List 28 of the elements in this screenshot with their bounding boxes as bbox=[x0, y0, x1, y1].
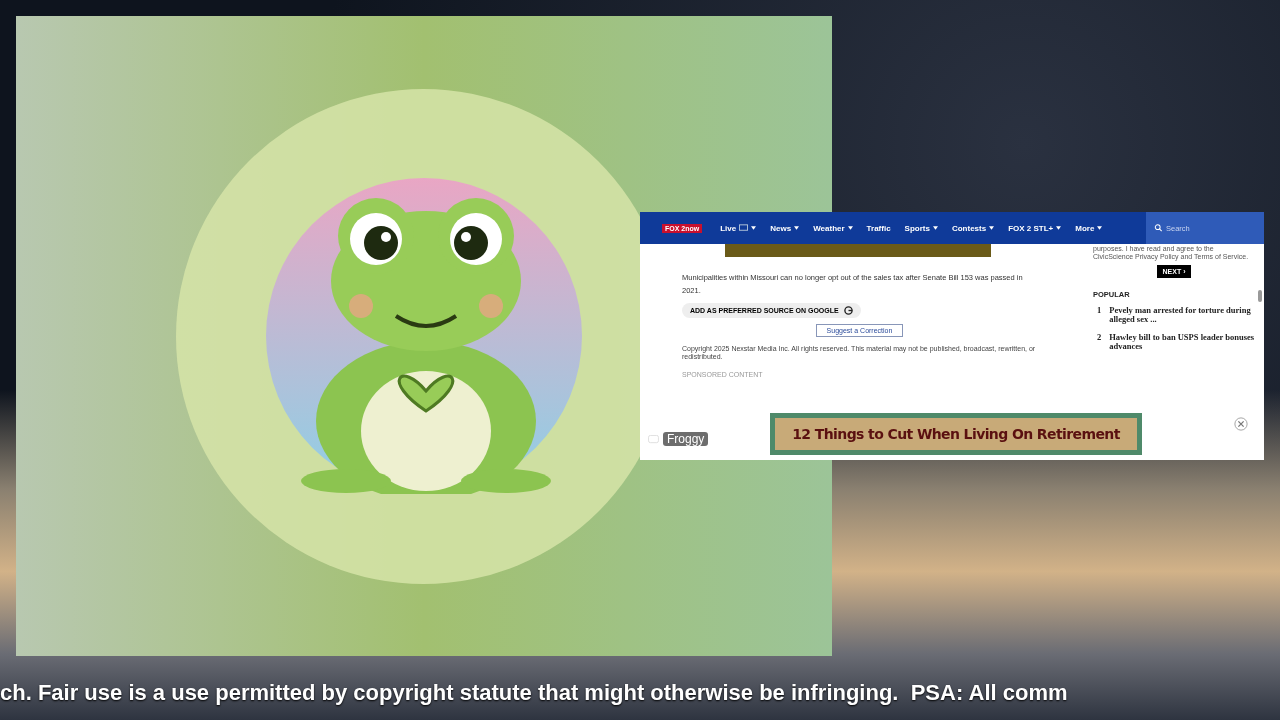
nav-menu-item[interactable]: Sports bbox=[904, 223, 938, 233]
google-icon bbox=[843, 306, 853, 315]
nav-menu-item[interactable]: News bbox=[770, 223, 800, 233]
popular-article-link[interactable]: Pevely man arrested for torture during alleged sex ... bbox=[1109, 306, 1255, 324]
caret-icon bbox=[751, 226, 757, 230]
nav-menu-item[interactable]: FOX 2 STL+ bbox=[1008, 223, 1062, 233]
caret-icon bbox=[1056, 226, 1062, 230]
channel-icon bbox=[648, 434, 659, 444]
list-number: 1 bbox=[1097, 306, 1102, 317]
nav-menu-item[interactable]: More bbox=[1075, 223, 1103, 233]
nav-menu-item[interactable]: Live bbox=[720, 223, 757, 233]
ad-banner[interactable]: 12 Things to Cut When Living On Retirement bbox=[770, 413, 1142, 455]
tv-icon bbox=[739, 224, 749, 232]
nav-menu-item[interactable]: Weather bbox=[813, 223, 853, 233]
caret-icon bbox=[794, 226, 800, 230]
channel-name: Froggy bbox=[663, 432, 709, 446]
search-icon bbox=[1154, 224, 1163, 232]
caret-icon bbox=[989, 226, 995, 230]
nav-menu-item[interactable]: Contests bbox=[951, 223, 995, 233]
scrollbar-thumb[interactable] bbox=[1258, 290, 1262, 302]
ticker-text: ch. Fair use is a use permitted by copyright statute that might otherwise be infringing. PSA: All comm bbox=[0, 680, 1068, 706]
caret-icon bbox=[847, 226, 853, 230]
caret-icon bbox=[932, 226, 938, 230]
popular-article-link[interactable]: Hawley bill to ban USPS leader bonuses advances bbox=[1109, 333, 1255, 351]
nav-menu-item[interactable]: Traffic bbox=[866, 223, 891, 233]
caret-icon bbox=[1097, 226, 1103, 230]
list-number: 2 bbox=[1097, 333, 1102, 344]
close-icon[interactable] bbox=[1234, 417, 1248, 431]
